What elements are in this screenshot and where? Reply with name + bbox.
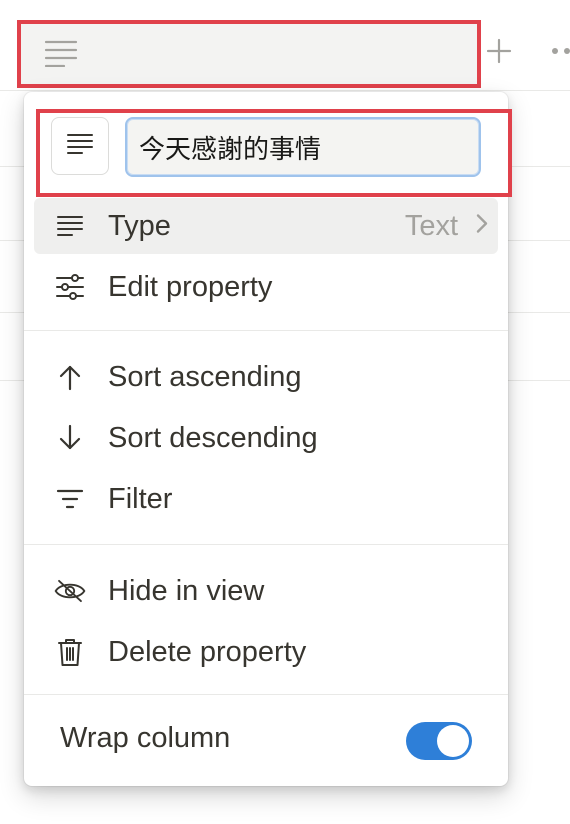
text-lines-icon — [54, 210, 86, 242]
property-menu: Type Text Edit property — [24, 92, 508, 786]
menu-item-type[interactable]: Type Text — [34, 198, 498, 254]
menu-item-label: Sort descending — [108, 421, 318, 454]
wrap-column-label: Wrap column — [60, 722, 231, 754]
menu-item-label: Edit property — [108, 270, 273, 303]
filter-icon — [54, 483, 86, 515]
property-icon-button[interactable] — [51, 117, 109, 175]
chevron-right-icon — [472, 212, 492, 241]
menu-item-filter[interactable]: Filter — [34, 471, 498, 527]
menu-divider — [24, 330, 508, 331]
text-lines-icon — [66, 132, 94, 161]
table-row-divider — [0, 90, 570, 91]
type-value: Text — [404, 209, 458, 242]
arrow-up-icon — [54, 361, 86, 393]
menu-item-sort-descending[interactable]: Sort descending — [34, 410, 498, 466]
text-lines-icon — [44, 39, 78, 72]
property-name-input[interactable] — [125, 117, 481, 177]
eye-slash-icon — [54, 575, 86, 607]
menu-item-delete-property[interactable]: Delete property — [34, 624, 498, 680]
toggle-knob — [437, 725, 469, 757]
menu-item-label: Delete property — [108, 635, 307, 668]
menu-divider — [24, 544, 508, 545]
more-options-icon[interactable] — [548, 41, 570, 61]
menu-divider — [24, 694, 508, 695]
property-name-row — [51, 117, 481, 179]
trash-icon — [54, 636, 86, 668]
sliders-icon — [54, 271, 86, 303]
menu-item-edit-property[interactable]: Edit property — [34, 259, 498, 315]
menu-item-label: Type — [108, 209, 171, 242]
menu-item-label: Sort ascending — [108, 360, 302, 393]
menu-item-label: Hide in view — [108, 574, 265, 607]
menu-item-label: Filter — [108, 482, 173, 515]
menu-item-hide-in-view[interactable]: Hide in view — [34, 563, 498, 619]
column-header[interactable] — [18, 21, 480, 87]
menu-item-sort-ascending[interactable]: Sort ascending — [34, 349, 498, 405]
wrap-column-toggle[interactable] — [406, 722, 472, 760]
arrow-down-icon — [54, 422, 86, 454]
add-column-icon[interactable] — [484, 36, 514, 66]
